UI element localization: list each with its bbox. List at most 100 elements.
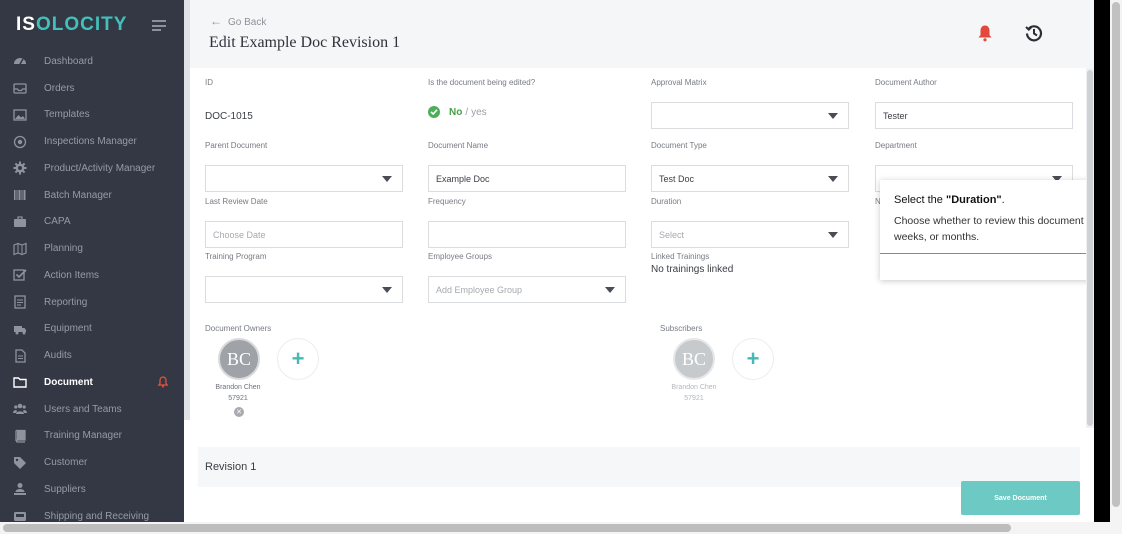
add-owner-button[interactable]: + [277,338,319,380]
barcode-icon [13,188,27,202]
bell-icon[interactable] [157,376,169,388]
subscriber-name-block: Brandon Chen 57921 [664,382,724,404]
sidebar-item-product-activity-manager[interactable]: Product/Activity Manager [0,155,184,182]
notification-bell-icon[interactable] [976,24,994,42]
sidebar-item-reporting[interactable]: Reporting [0,289,184,316]
sidebar-item-inspections-manager[interactable]: Inspections Manager [0,128,184,155]
menu-toggle-icon[interactable] [152,20,166,31]
page-title: Edit Example Doc Revision 1 [209,34,401,51]
frequency-input[interactable] [428,221,626,248]
inbox-icon [13,81,27,95]
guide-tooltip: Select the "Duration". Choose whether to… [880,180,1112,280]
caret-down-icon [382,176,392,182]
sidebar-item-document[interactable]: Document [0,369,184,396]
save-document-button[interactable]: Save Document [961,481,1080,515]
document-name-field: Document Name Example Doc [428,141,626,192]
revision-title: Revision 1 [205,461,257,473]
sidebar-item-batch-manager[interactable]: Batch Manager [0,182,184,209]
tooltip-body: Choose whether to review this document i… [894,215,1095,243]
app-logo[interactable]: ISOLOCITY [16,14,127,36]
supplier-icon [13,482,27,496]
training-program-label: Training Program [205,252,267,261]
owner-name-block: Brandon Chen 57921 [208,382,268,404]
page-horizontal-scrollbar-thumb[interactable] [3,524,1011,532]
edited-no-option[interactable]: No [449,107,462,118]
document-type-select[interactable]: Test Doc [651,165,849,192]
sidebar-item-label: Templates [44,109,90,121]
plus-icon: + [291,346,305,371]
sidebar-item-label: Document [44,376,93,388]
report-icon [13,295,27,309]
frequency-field: Frequency [428,197,626,248]
employee-groups-field: Employee Groups Add Employee Group [428,252,626,303]
employee-groups-select[interactable]: Add Employee Group [428,276,626,303]
id-label: ID [205,78,213,87]
sidebar-item-equipment[interactable]: Equipment [0,316,184,343]
sidebar-item-templates[interactable]: Templates [0,102,184,129]
sidebar-item-users-and-teams[interactable]: Users and Teams [0,396,184,423]
sidebar-item-label: Action Items [44,269,100,281]
sidebar-item-label: Inspections Manager [44,136,137,148]
edited-yes-option[interactable]: yes [471,107,487,118]
subscriber-avatar[interactable]: BC [673,338,715,380]
last-review-date-field: Last Review Date Choose Date [205,197,403,248]
window-edge [1094,0,1110,522]
content-scrollbar-thumb[interactable] [1087,70,1093,426]
tooltip-divider [880,253,1112,254]
department-label: Department [875,141,917,150]
document-name-input[interactable]: Example Doc [428,165,626,192]
sidebar-item-suppliers[interactable]: Suppliers [0,476,184,503]
caret-down-icon [828,176,838,182]
sidebar-item-label: Batch Manager [44,189,112,201]
duration-field: Duration Select [651,197,849,248]
sidebar-item-capa[interactable]: CAPA [0,209,184,236]
sidebar-item-planning[interactable]: Planning [0,235,184,262]
caret-down-icon [605,287,615,293]
logo-text-o: O [35,14,52,35]
last-review-date-placeholder: Choose Date [213,229,266,240]
employee-groups-placeholder: Add Employee Group [436,284,523,295]
training-program-select[interactable] [205,276,403,303]
last-review-date-input[interactable]: Choose Date [205,221,403,248]
linked-trainings-label: Linked Trainings [651,252,710,261]
sidebar-item-label: Training Manager [44,430,123,442]
users-icon [13,402,27,416]
owner-avatar[interactable]: BC [218,338,260,380]
arrow-left-icon: ← [210,14,222,28]
sidebar-item-customer[interactable]: Customer [0,449,184,476]
parent-document-select[interactable] [205,165,403,192]
page-vertical-scrollbar-thumb[interactable] [1112,2,1120,507]
plus-icon: + [746,346,760,371]
sidebar-item-action-items[interactable]: Action Items [0,262,184,289]
sidebar-item-training-manager[interactable]: Training Manager [0,423,184,450]
go-back-link[interactable]: ← Go Back [210,14,266,28]
edited-label: Is the document being edited? [428,78,536,87]
subscriber-name: Brandon Chen [671,384,717,391]
document-author-value: Tester [883,110,908,121]
edited-toggle[interactable]: No / yes [428,106,487,118]
employee-groups-label: Employee Groups [428,252,493,261]
duration-select[interactable]: Select [651,221,849,248]
history-icon[interactable] [1024,23,1044,43]
duration-placeholder: Select [659,229,685,240]
caret-down-icon [828,232,838,238]
last-review-date-label: Last Review Date [205,197,268,206]
approval-matrix-select[interactable] [651,102,849,129]
remove-owner-icon[interactable]: ✕ [234,407,244,417]
add-subscriber-button[interactable]: + [732,338,774,380]
logo-text-prefix: IS [16,14,36,35]
training-program-field: Training Program [205,252,403,303]
sidebar-item-label: CAPA [44,216,71,228]
target-icon [13,135,27,149]
sidebar-item-label: Users and Teams [44,403,122,415]
sidebar-item-label: Orders [44,82,75,94]
sidebar-item-orders[interactable]: Orders [0,75,184,102]
document-name-label: Document Name [428,141,489,150]
sidebar-item-audits[interactable]: Audits [0,342,184,369]
document-type-label: Document Type [651,141,707,150]
tooltip-title-prefix: Select the [894,194,946,206]
sidebar-item-label: Customer [44,457,88,469]
sidebar-item-dashboard[interactable]: Dashboard [0,48,184,75]
frequency-label: Frequency [428,197,466,206]
document-author-input[interactable]: Tester [875,102,1073,129]
